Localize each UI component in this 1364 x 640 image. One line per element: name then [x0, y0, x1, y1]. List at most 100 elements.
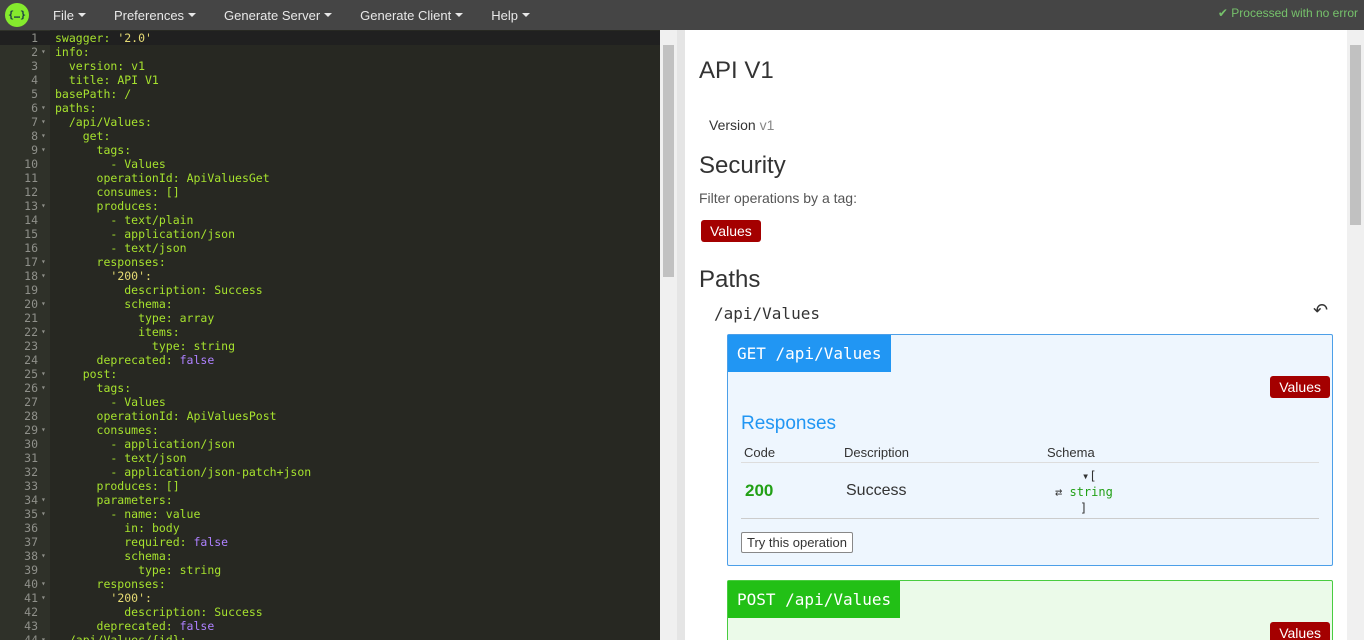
line-number: 5: [31, 87, 38, 101]
editor-line: 13 ▾ produces:: [0, 199, 660, 213]
editor-line: 43 deprecated: false: [0, 619, 660, 633]
line-number: 32: [24, 465, 38, 479]
line-number: 31: [24, 451, 38, 465]
fold-toggle-icon[interactable]: ▾: [41, 45, 46, 59]
response-schema: ▾[ ⇄ string ]: [1055, 468, 1113, 516]
line-number: 25: [24, 367, 38, 381]
editor-line: 11 operationId: ApiValuesGet: [0, 171, 660, 185]
table-header-divider: [741, 462, 1319, 463]
fold-toggle-icon[interactable]: ▾: [41, 633, 46, 640]
yaml-editor[interactable]: 1 swagger: '2.0' 2 ▾ info: 3 version: v1 4 tit…: [0, 30, 677, 640]
pane-splitter[interactable]: [677, 30, 685, 640]
editor-line: 40 ▾ responses:: [0, 577, 660, 591]
line-number: 44: [24, 633, 38, 640]
editor-scrollbar-thumb[interactable]: [663, 45, 674, 277]
try-divider: [741, 518, 1319, 519]
line-code: description: Success: [55, 283, 263, 297]
line-number: 23: [24, 339, 38, 353]
menu-help-label: Help: [491, 7, 518, 23]
fold-toggle-icon[interactable]: ▾: [41, 591, 46, 605]
line-code: schema:: [55, 297, 173, 311]
line-number: 42: [24, 605, 38, 619]
line-number: 17: [24, 255, 38, 269]
response-description: Success: [846, 482, 907, 499]
editor-line: 12 consumes: []: [0, 185, 660, 199]
line-number: 22: [24, 325, 38, 339]
caret-down-icon: [188, 13, 197, 17]
line-code: deprecated: false: [55, 353, 215, 367]
post-operation-header[interactable]: POST /api/Values: [728, 581, 901, 618]
try-operation-button[interactable]: Try this operation: [741, 532, 853, 553]
editor-line: 30 - application/json: [0, 437, 660, 451]
menu-help[interactable]: Help: [477, 0, 544, 30]
editor-line: 32 - application/json-patch+json: [0, 465, 660, 479]
fold-toggle-icon[interactable]: ▾: [41, 507, 46, 521]
api-title: API V1: [699, 57, 774, 84]
schema-swap-icon[interactable]: ⇄: [1055, 485, 1062, 499]
line-number: 30: [24, 437, 38, 451]
line-code: post:: [55, 367, 118, 381]
line-number: 3: [31, 59, 38, 73]
line-code: type: array: [55, 311, 215, 325]
post-tag-values[interactable]: Values: [1270, 622, 1330, 640]
menu-file[interactable]: File: [39, 0, 100, 30]
fold-toggle-icon[interactable]: ▾: [41, 297, 46, 311]
collapse-path-icon[interactable]: ↶: [1313, 300, 1328, 321]
editor-line: 8 ▾ get:: [0, 129, 660, 143]
menu-generate-client[interactable]: Generate Client: [346, 0, 477, 30]
api-preview: API V1 Version v1 Security Filter operat…: [685, 30, 1364, 640]
fold-toggle-icon[interactable]: ▾: [41, 255, 46, 269]
line-number: 8: [31, 129, 38, 143]
editor-line: 4 title: API V1: [0, 73, 660, 87]
preview-scrollbar[interactable]: [1347, 30, 1364, 640]
line-number: 37: [24, 535, 38, 549]
fold-toggle-icon[interactable]: ▾: [41, 115, 46, 129]
line-code: /api/Values:: [55, 115, 152, 129]
menu-generate-server[interactable]: Generate Server: [210, 0, 346, 30]
preview-scrollbar-thumb[interactable]: [1350, 45, 1361, 225]
line-number: 34: [24, 493, 38, 507]
editor-line: 22 ▾ items:: [0, 325, 660, 339]
line-number: 13: [24, 199, 38, 213]
line-code: version: v1: [55, 59, 146, 73]
fold-toggle-icon[interactable]: ▾: [41, 129, 46, 143]
line-number: 40: [24, 577, 38, 591]
fold-toggle-icon[interactable]: ▾: [41, 423, 46, 437]
line-number: 24: [24, 353, 38, 367]
fold-toggle-icon[interactable]: ▾: [41, 101, 46, 115]
tag-filter-values[interactable]: Values: [701, 220, 761, 242]
column-description: Description: [844, 445, 910, 460]
line-code: description: Success: [55, 605, 263, 619]
api-version: Version v1: [709, 117, 774, 133]
get-tag-values[interactable]: Values: [1270, 376, 1330, 398]
schema-item-type: string: [1069, 485, 1113, 499]
menu-preferences[interactable]: Preferences: [100, 0, 210, 30]
editor-line: 21 type: array: [0, 311, 660, 325]
fold-toggle-icon[interactable]: ▾: [41, 493, 46, 507]
editor-line: 33 produces: []: [0, 479, 660, 493]
get-operation-header[interactable]: GET /api/Values: [728, 335, 891, 372]
processing-status: ✔ Processed with no error: [1217, 6, 1358, 20]
fold-toggle-icon[interactable]: ▾: [41, 199, 46, 213]
fold-toggle-icon[interactable]: ▾: [41, 143, 46, 157]
fold-toggle-icon[interactable]: ▾: [41, 325, 46, 339]
line-code: '200':: [110, 269, 152, 283]
line-code: - Values: [55, 157, 166, 171]
fold-toggle-icon[interactable]: ▾: [41, 549, 46, 563]
schema-close: ]: [1080, 501, 1088, 515]
line-code: - name: value: [55, 507, 201, 521]
line-number: 15: [24, 227, 38, 241]
fold-toggle-icon[interactable]: ▾: [41, 269, 46, 283]
line-number: 16: [24, 241, 38, 255]
responses-title: Responses: [741, 413, 837, 434]
fold-toggle-icon[interactable]: ▾: [41, 367, 46, 381]
security-heading: Security: [699, 152, 786, 179]
line-code: basePath: /: [55, 87, 132, 101]
line-code: info:: [55, 45, 90, 59]
editor-scrollbar[interactable]: [660, 30, 677, 640]
fold-toggle-icon[interactable]: ▾: [41, 577, 46, 591]
editor-line: 23 type: string: [0, 339, 660, 353]
fold-toggle-icon[interactable]: ▾: [41, 381, 46, 395]
line-number: 26: [24, 381, 38, 395]
paths-heading: Paths: [699, 266, 761, 293]
